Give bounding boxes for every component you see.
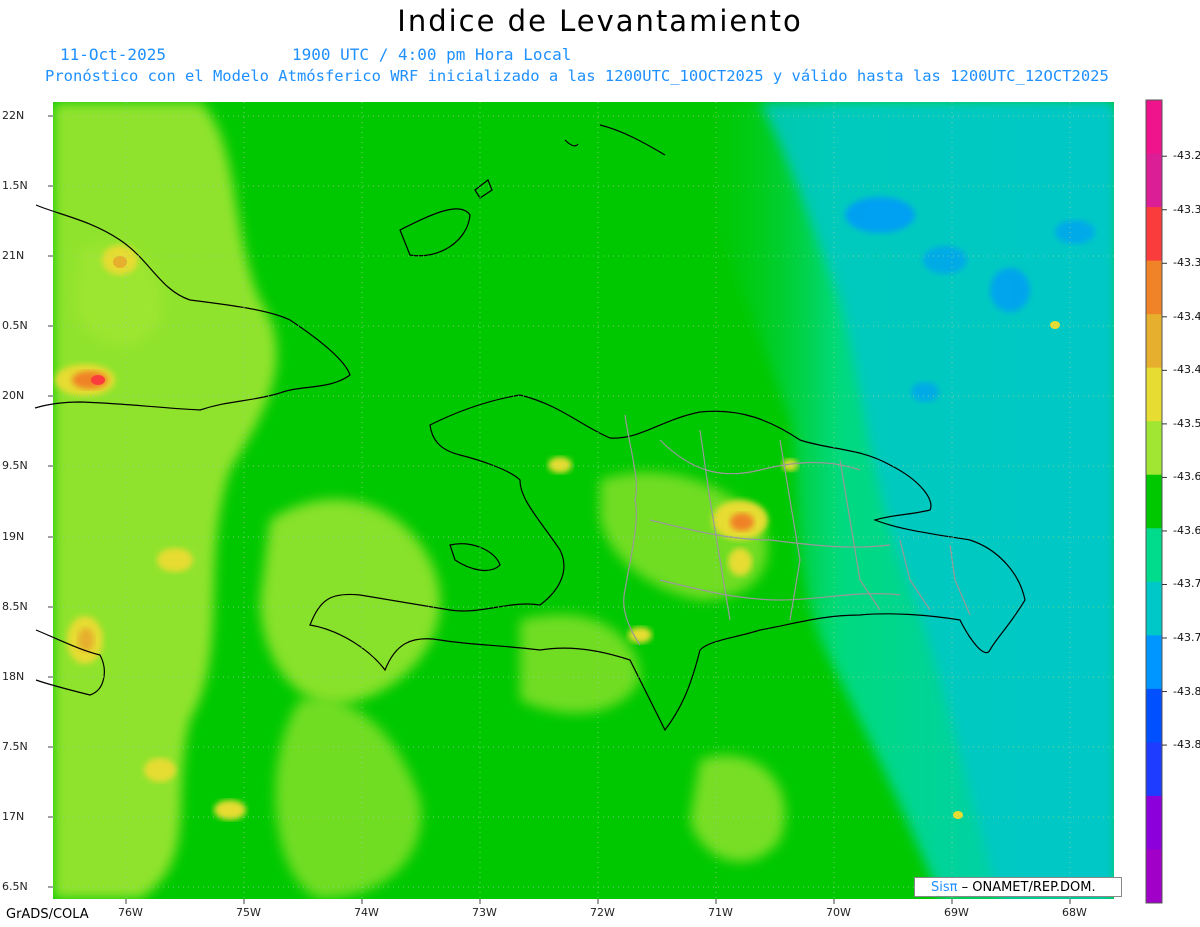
software-credit: GrADS/COLA <box>6 907 89 922</box>
colorbar-label: -43.6 <box>1173 523 1200 537</box>
colorbar-swatch <box>1146 100 1162 155</box>
lat-label: 21N <box>2 249 25 262</box>
lat-label: 8.5N <box>2 600 28 613</box>
lat-label: 6.5N <box>2 880 28 893</box>
lat-label: 7.5N <box>2 740 28 753</box>
colorbar-swatch <box>1146 260 1162 315</box>
lat-label: 20N <box>2 389 25 402</box>
colorbar-label: -43.8 <box>1173 738 1200 752</box>
colorbar-swatch <box>1146 528 1162 583</box>
lat-label: 0.5N <box>2 319 28 332</box>
colorbar <box>1145 99 1167 904</box>
colorbar-label: -43.4 <box>1173 309 1200 323</box>
colorbar-swatch <box>1146 207 1162 262</box>
colorbar-swatch <box>1146 635 1162 690</box>
forecast-description: Pronóstico con el Modelo Atmósferico WRF… <box>45 67 1109 85</box>
colorbar-swatch <box>1146 153 1162 208</box>
logo-text: – ONAMET/REP.DOM. <box>961 880 1096 895</box>
lon-label: 74W <box>354 906 379 919</box>
colorbar-label: -43.5 <box>1173 416 1200 430</box>
lon-label: 69W <box>944 906 969 919</box>
forecast-map <box>34 99 1167 904</box>
colorbar-swatch <box>1146 474 1162 529</box>
colorbar-swatch <box>1146 314 1162 369</box>
colorbar-label: -43.6 <box>1173 470 1200 484</box>
colorbar-swatch <box>1146 367 1162 422</box>
colorbar-swatch <box>1146 421 1162 476</box>
map-title: Indice de Levantamiento <box>397 4 803 38</box>
lat-label: 22N <box>2 109 25 122</box>
lon-label: 72W <box>590 906 615 919</box>
colorbar-label: -43.2 <box>1173 149 1200 163</box>
colorbar-label: -43.7 <box>1173 577 1200 591</box>
lon-label: 76W <box>118 906 143 919</box>
lat-label: 1.5N <box>2 179 28 192</box>
lat-label: 9.5N <box>2 459 28 472</box>
lon-label: 73W <box>472 906 497 919</box>
lat-label: 19N <box>2 530 25 543</box>
forecast-time: 1900 UTC / 4:00 pm Hora Local <box>292 45 572 64</box>
forecast-date: 11-Oct-2025 <box>60 45 166 64</box>
lat-label: 18N <box>2 670 25 683</box>
colorbar-label: -43.3 <box>1173 256 1200 270</box>
colorbar-swatch <box>1146 688 1162 743</box>
sispi-mark: Sisπ <box>931 880 958 895</box>
lat-label: 17N <box>2 810 25 823</box>
colorbar-swatch <box>1146 849 1162 904</box>
colorbar-swatch <box>1146 581 1162 636</box>
colorbar-label: -43.4 <box>1173 363 1200 377</box>
lon-label: 70W <box>826 906 851 919</box>
lon-label: 71W <box>708 906 733 919</box>
colorbar-swatch <box>1146 742 1162 797</box>
onamet-logo: Sisπ – ONAMET/REP.DOM. <box>914 877 1122 897</box>
lon-label: 75W <box>236 906 261 919</box>
colorbar-label: -43.8 <box>1173 684 1200 698</box>
colorbar-label: -43.7 <box>1173 631 1200 644</box>
lon-label: 68W <box>1062 906 1087 919</box>
colorbar-label: -43.3 <box>1173 202 1200 216</box>
colorbar-swatch <box>1146 795 1162 850</box>
